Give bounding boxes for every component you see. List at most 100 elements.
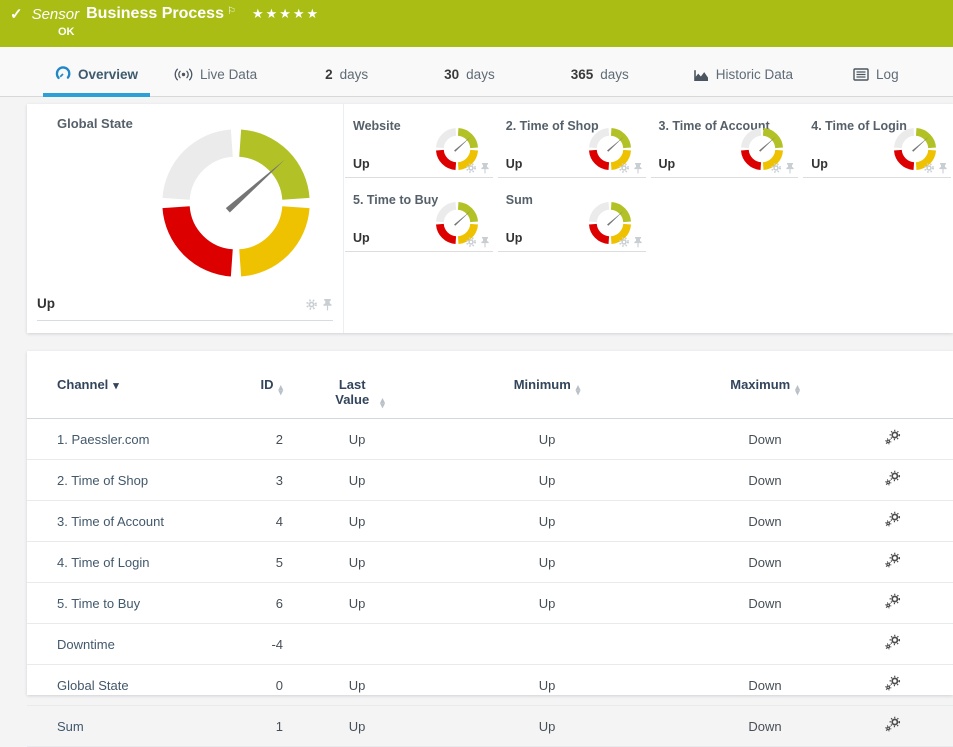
last-value — [297, 624, 417, 665]
tab-365-days[interactable]: 365 days — [559, 67, 641, 96]
ok-check-icon: ✓ — [10, 5, 23, 23]
table-row: Downtime -4 — [27, 624, 953, 665]
tab-30-days[interactable]: 30 days — [432, 67, 507, 96]
status-badge: OK — [58, 26, 953, 38]
tab-settings[interactable]: Settings — [947, 67, 953, 96]
pin-icon[interactable] — [785, 162, 795, 174]
channels-table: Channel▾ ID▴▾ Last Value▴▾ Minimum▴▾ Max… — [27, 351, 953, 747]
priority-stars[interactable]: ★★★★★ — [252, 6, 320, 22]
pin-icon[interactable] — [633, 162, 643, 174]
channel-id: 0 — [242, 665, 297, 706]
gauge-status-value: Up — [353, 157, 370, 171]
channel-name: 3. Time of Account — [27, 501, 242, 542]
tab-log[interactable]: Log — [841, 67, 911, 96]
gauge-panel-sum: Sum Up — [498, 184, 646, 252]
table-row: Global State 0 Up Up Down — [27, 665, 953, 706]
gauge-title: Sum — [506, 193, 533, 207]
table-row: 5. Time to Buy 6 Up Up Down — [27, 583, 953, 624]
tab-label: days — [340, 67, 369, 82]
table-row: 3. Time of Account 4 Up Up Down — [27, 501, 953, 542]
gauge-panel-time-of-account: 3. Time of Account Up — [651, 110, 799, 178]
gauge-needle — [607, 137, 624, 152]
gauge-icon — [55, 66, 71, 82]
channel-settings-icon[interactable] — [884, 552, 901, 569]
last-value: Up — [297, 583, 417, 624]
tab-2-days[interactable]: 2 days — [313, 67, 380, 96]
tab-label: Overview — [78, 67, 138, 82]
gear-icon[interactable] — [770, 162, 782, 174]
channel-gauges-grid: Website Up 2. Time o — [345, 110, 951, 252]
pin-icon[interactable] — [322, 298, 333, 311]
gear-icon[interactable] — [923, 162, 935, 174]
channel-id: 1 — [242, 706, 297, 747]
column-header-channel[interactable]: Channel▾ — [27, 351, 242, 419]
tab-label: Live Data — [200, 67, 257, 82]
sort-icon: ▴▾ — [576, 385, 581, 395]
gear-icon[interactable] — [618, 236, 630, 248]
pin-icon[interactable] — [938, 162, 948, 174]
channel-name: 5. Time to Buy — [27, 583, 242, 624]
gauge-status-value: Up — [353, 231, 370, 245]
sort-icon: ▴▾ — [380, 398, 385, 408]
channel-name: 2. Time of Shop — [27, 460, 242, 501]
overview-gauges-panel: Global State Up Websit — [27, 104, 953, 333]
channel-id: -4 — [242, 624, 297, 665]
tab-overview[interactable]: Overview — [43, 66, 150, 96]
flag-icon[interactable]: ⚐ — [227, 6, 236, 17]
gauge-needle — [226, 159, 285, 212]
channel-settings-icon[interactable] — [884, 675, 901, 692]
channel-settings-icon[interactable] — [884, 429, 901, 446]
sensor-status-bar: ✓ Sensor Business Process ⚐ ★★★★★ OK — [0, 0, 953, 47]
pin-icon[interactable] — [480, 236, 490, 248]
channel-name: Global State — [27, 665, 242, 706]
column-header-last-value[interactable]: Last Value▴▾ — [297, 351, 417, 419]
channel-settings-icon[interactable] — [884, 511, 901, 528]
minimum-value: Up — [417, 419, 677, 460]
last-value: Up — [297, 460, 417, 501]
minimum-value: Up — [417, 706, 677, 747]
gauge-needle — [912, 137, 929, 152]
pin-icon[interactable] — [633, 236, 643, 248]
channel-name: 4. Time of Login — [27, 542, 242, 583]
column-header-maximum[interactable]: Maximum▴▾ — [677, 351, 853, 419]
channel-settings-icon[interactable] — [884, 716, 901, 733]
pin-icon[interactable] — [480, 162, 490, 174]
channel-settings-icon[interactable] — [884, 634, 901, 651]
minimum-value: Up — [417, 542, 677, 583]
object-kind-label: Sensor — [32, 6, 80, 23]
table-row: 2. Time of Shop 3 Up Up Down — [27, 460, 953, 501]
channel-name: Downtime — [27, 624, 242, 665]
tab-label: days — [466, 67, 495, 82]
maximum-value: Down — [677, 665, 853, 706]
sort-desc-icon: ▾ — [113, 380, 119, 392]
tab-number: 2 — [325, 67, 333, 82]
gauge-status-value: Up — [37, 296, 55, 311]
last-value: Up — [297, 542, 417, 583]
gauge-panel-time-of-login: 4. Time of Login Up — [803, 110, 951, 178]
maximum-value: Down — [677, 542, 853, 583]
last-value: Up — [297, 419, 417, 460]
log-icon — [853, 68, 869, 81]
area-chart-icon — [693, 68, 709, 82]
last-value: Up — [297, 501, 417, 542]
last-value: Up — [297, 706, 417, 747]
channel-settings-icon[interactable] — [884, 593, 901, 610]
sort-icon: ▴▾ — [278, 385, 283, 395]
gear-icon[interactable] — [305, 298, 318, 311]
channel-name: 1. Paessler.com — [27, 419, 242, 460]
maximum-value: Down — [677, 501, 853, 542]
channel-id: 6 — [242, 583, 297, 624]
gear-icon[interactable] — [465, 236, 477, 248]
gauge-panel-website: Website Up — [345, 110, 493, 178]
column-header-minimum[interactable]: Minimum▴▾ — [417, 351, 677, 419]
tab-live-data[interactable]: Live Data — [162, 67, 269, 96]
gear-icon[interactable] — [465, 162, 477, 174]
gear-icon[interactable] — [618, 162, 630, 174]
channel-settings-icon[interactable] — [884, 470, 901, 487]
gauge-status-value: Up — [811, 157, 828, 171]
column-header-id[interactable]: ID▴▾ — [242, 351, 297, 419]
tab-number: 30 — [444, 67, 459, 82]
tab-historic-data[interactable]: Historic Data — [681, 67, 805, 96]
table-row: 4. Time of Login 5 Up Up Down — [27, 542, 953, 583]
channel-id: 3 — [242, 460, 297, 501]
